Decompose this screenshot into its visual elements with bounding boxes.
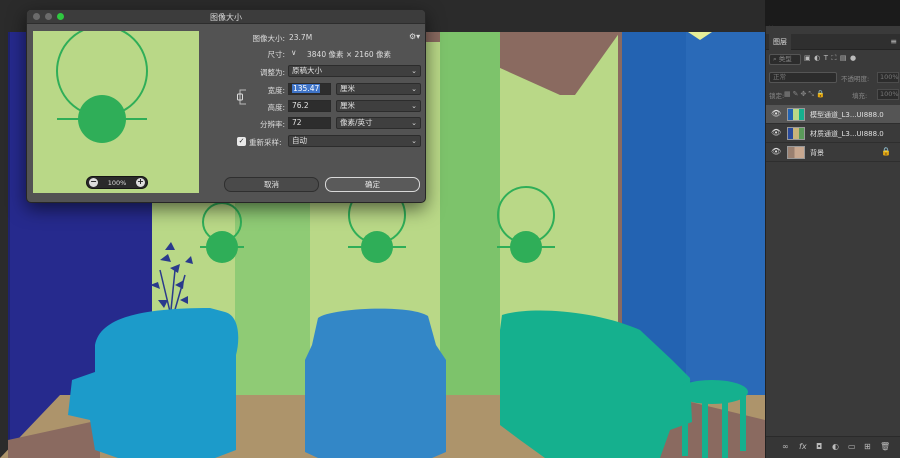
dialog-titlebar[interactable]: 图像大小	[27, 10, 425, 24]
adjustment-icon[interactable]: ◐	[832, 442, 839, 451]
resample-select[interactable]: 自动 ⌄	[288, 135, 421, 147]
layer-thumbnail	[787, 108, 805, 121]
image-size-label: 图像大小:	[252, 34, 285, 43]
fill-label: 填充:	[852, 92, 868, 100]
cancel-button[interactable]: 取消	[224, 177, 319, 192]
resample-value: 自动	[292, 136, 307, 145]
image-preview[interactable]	[33, 31, 199, 193]
lock-icons[interactable]: ▦✎✥⤡🔒	[784, 90, 827, 99]
image-size-dialog: 图像大小 − 100% + 图像大小: 23.7M ⚙▾ 尺寸: ∨ 3840 …	[26, 9, 426, 203]
chevron-down-icon: ⌄	[411, 102, 417, 110]
width-input[interactable]: 135.47	[288, 83, 331, 95]
width-label: 宽度:	[267, 86, 285, 95]
preview-zoom-control: − 100% +	[86, 176, 148, 189]
blend-mode-select[interactable]: 正常	[769, 72, 837, 83]
group-icon[interactable]: ▭	[848, 442, 856, 451]
layer-thumbnail	[787, 146, 805, 159]
layer-name: 背景	[810, 149, 824, 157]
layer-filter-select[interactable]: ⌕ 类型	[769, 54, 801, 65]
link-icon[interactable]: ∞	[782, 442, 789, 451]
resolution-unit-select[interactable]: 像素/英寸 ⌄	[336, 117, 421, 129]
chevron-down-icon: ⌄	[411, 85, 417, 93]
resolution-unit: 像素/英寸	[340, 118, 373, 127]
dialog-title: 图像大小	[210, 13, 242, 22]
fill-input[interactable]: 100%	[877, 89, 899, 100]
height-unit-select[interactable]: 厘米 ⌄	[336, 100, 421, 112]
height-input[interactable]: 76.2	[288, 100, 331, 112]
fit-to-select[interactable]: 原稿大小 ⌄	[288, 65, 421, 77]
layer-name: 材质通道_L3...UI888.0	[810, 130, 884, 138]
pillar-center	[440, 32, 500, 458]
width-unit-select[interactable]: 厘米 ⌄	[336, 83, 421, 95]
layers-footer: ∞ fx ◘ ◐ ▭ ⊞ 🗑	[766, 436, 900, 458]
resample-label: 重新采样:	[249, 138, 282, 147]
layers-panel: 图层 ≡ ⌕ 类型 ▣◐T⛶▤● 正常 不透明度: 100% 锁定: ▦✎✥⤡🔒…	[765, 26, 900, 458]
width-value: 135.47	[292, 84, 321, 93]
layer-thumbnail	[787, 127, 805, 140]
mask-icon[interactable]: ◘	[816, 442, 822, 451]
filter-label: 类型	[778, 55, 792, 63]
layer-name: 模型通道_L3...UI888.0	[810, 111, 884, 119]
resample-checkbox[interactable]: ✓	[237, 137, 246, 146]
car-center	[305, 308, 446, 458]
panel-menu-icon[interactable]: ≡	[890, 37, 897, 46]
dimensions-unit-chevron-icon[interactable]: ∨	[291, 48, 297, 57]
preview-image	[56, 31, 148, 143]
zoom-in-button[interactable]: +	[136, 178, 145, 187]
ok-button[interactable]: 确定	[325, 177, 420, 192]
fit-to-label: 调整为:	[259, 68, 285, 77]
layer-row[interactable]: 👁 模型通道_L3...UI888.0	[766, 105, 900, 124]
filter-row: ⌕ 类型 ▣◐T⛶▤●	[766, 52, 900, 67]
layer-row[interactable]: 👁 背景 🔒	[766, 143, 900, 162]
lock-row: 锁定: ▦✎✥⤡🔒 填充: 100%	[766, 87, 900, 102]
chevron-down-icon: ⌄	[411, 67, 417, 75]
layers-tabbar: 图层 ≡	[766, 34, 900, 50]
chevron-down-icon: ⌄	[411, 119, 417, 127]
trash-icon[interactable]: 🗑	[880, 442, 890, 451]
tab-layers[interactable]: 图层	[769, 34, 791, 50]
height-unit: 厘米	[340, 101, 355, 110]
constrain-proportions-link-icon[interactable]	[237, 89, 247, 105]
eye-icon[interactable]: 👁	[771, 128, 781, 137]
filter-icons[interactable]: ▣◐T⛶▤●	[804, 54, 860, 63]
resolution-label: 分辨率:	[259, 120, 285, 129]
chevron-down-icon: ⌄	[411, 137, 417, 145]
new-layer-icon[interactable]: ⊞	[864, 442, 871, 451]
eye-icon[interactable]: 👁	[771, 147, 781, 156]
blend-row: 正常 不透明度: 100%	[766, 70, 900, 85]
fit-to-value: 原稿大小	[292, 66, 322, 75]
width-unit: 厘米	[340, 84, 355, 93]
opacity-input[interactable]: 100%	[877, 72, 899, 83]
lock-icon[interactable]: 🔒	[881, 147, 891, 156]
opacity-label: 不透明度:	[841, 75, 870, 83]
image-size-value: 23.7M	[289, 33, 313, 42]
fx-icon[interactable]: fx	[799, 442, 807, 451]
height-label: 高度:	[267, 103, 285, 112]
eye-icon[interactable]: 👁	[771, 109, 781, 118]
gear-icon[interactable]: ⚙▾	[409, 32, 420, 41]
lock-label: 锁定:	[769, 92, 785, 100]
dimensions-label: 尺寸:	[267, 50, 285, 59]
resolution-input[interactable]: 72	[288, 117, 331, 129]
dimensions-value: 3840 像素 × 2160 像素	[307, 50, 391, 59]
layer-row[interactable]: 👁 材质通道_L3...UI888.0	[766, 124, 900, 143]
search-icon: ⌕	[773, 55, 777, 63]
